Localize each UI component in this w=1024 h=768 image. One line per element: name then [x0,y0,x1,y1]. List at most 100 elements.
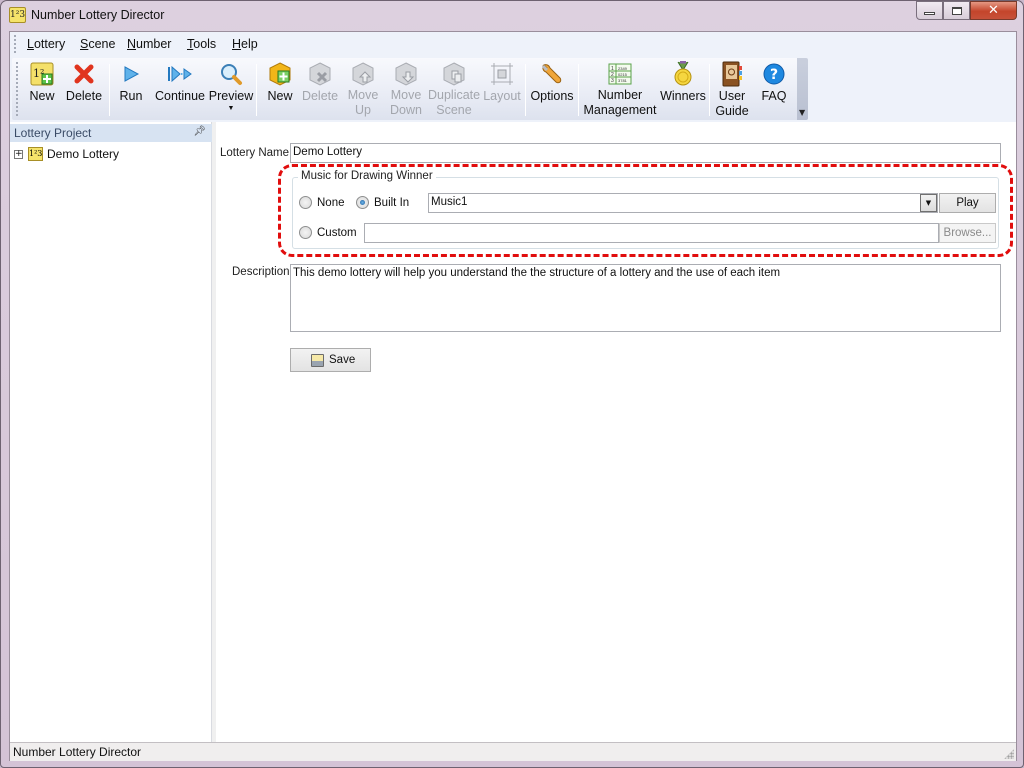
toolbar-separator [109,64,110,116]
duplicate-scene-button[interactable]: Duplicate Scene [428,60,480,118]
toolbar-separator [525,64,526,116]
layout-icon [489,61,515,87]
winners-button[interactable]: Winners [660,60,706,118]
browse-button[interactable]: Browse... [939,223,996,243]
toolbar-grip[interactable] [16,62,19,116]
menubar-grip[interactable] [14,35,17,53]
button-label: New [267,89,293,103]
magnifier-icon [218,61,244,87]
menu-label: ottery [33,37,66,51]
minimize-button[interactable] [916,1,943,20]
radio-none[interactable]: None [299,196,345,209]
status-bar: Number Lottery Director [10,742,1016,761]
button-label: Delete [65,89,103,103]
menu-label: ools [193,37,217,51]
menu-help[interactable]: Help [232,37,258,51]
lottery-project-panel: Lottery Project 📌︎ + 1²3 Demo Lottery [10,122,212,742]
title-bar[interactable]: 1²3 Number Lottery Director ✕ [1,1,1023,31]
move-down-button[interactable]: Move Down [388,60,424,118]
svg-text:3781: 3781 [618,78,628,83]
button-label: Options [530,89,574,103]
button-label: Duplicate Scene [428,88,481,117]
svg-text:3: 3 [611,78,614,84]
lottery-name-input[interactable]: Demo Lottery [290,143,1001,163]
svg-text:?: ? [770,67,778,83]
button-label: Winners [660,89,706,103]
dropdown-arrow-icon[interactable]: ▼ [228,104,235,113]
radio-built-in[interactable]: Built In [356,196,409,209]
menu-scene[interactable]: Scene [80,37,115,51]
play-button[interactable]: Play [939,193,996,213]
maximize-button[interactable] [943,1,970,20]
toolbar-strip: 1² New Delete Run Continue Preview ▼ New… [10,56,1016,122]
continue-icon [167,61,193,87]
music-group-title: Music for Drawing Winner [298,170,436,182]
preview-button[interactable]: Preview ▼ [209,60,253,118]
duplicate-scene-icon [441,61,467,86]
close-icon: ✕ [988,3,999,18]
window-title: Number Lottery Director [31,8,165,22]
menu-accel: L [27,37,34,51]
description-label: Description [232,266,290,278]
overflow-chevron-icon: ▼ [799,108,806,117]
lottery-123-icon: 1²3 [28,147,43,161]
run-button[interactable]: Run [116,60,146,118]
app-window: 1²3 Number Lottery Director ✕ Lottery Sc… [0,0,1024,768]
builtin-music-select[interactable]: Music1 [428,193,938,213]
svg-text:0215: 0215 [618,72,628,77]
save-label: Save [329,354,356,366]
resize-grip[interactable] [1004,749,1014,759]
button-label: Move Down [390,88,422,117]
medal-icon [670,61,696,87]
lottery-name-label: Lottery Name [220,147,290,159]
button-label: Number Management [583,88,657,117]
lottery-123-icon: 1²3 [9,7,26,23]
button-label: FAQ [761,89,787,103]
layout-button[interactable]: Layout [482,60,522,118]
button-label: Layout [483,89,521,103]
menu-tools[interactable]: Tools [187,37,216,51]
move-up-button[interactable]: Move Up [346,60,380,118]
menu-bar: Lottery Scene Number Tools Help [10,32,1016,56]
menu-accel: H [232,37,242,51]
number-table-icon: 1 2 3 2349 0215 3781 [607,61,633,86]
menu-number[interactable]: Number [127,37,171,51]
dropdown-arrow-icon[interactable]: ▼ [920,194,937,212]
radio-custom[interactable]: Custom [299,226,357,239]
new-scene-icon [267,61,293,87]
toolbar-separator [578,64,579,116]
new-lottery-button[interactable]: 1² New [24,60,60,118]
button-label: Continue [154,89,206,103]
help-question-icon: ? [761,61,787,87]
continue-button[interactable]: Continue [152,60,208,118]
number-management-button[interactable]: 1 2 3 2349 0215 3781 Number Management [582,60,658,118]
radio-label: Built In [374,196,410,209]
floppy-disk-icon [311,353,324,367]
save-button[interactable]: Save [290,348,371,372]
user-guide-button[interactable]: User Guide [714,60,750,118]
tree-item-demo-lottery[interactable]: + 1²3 Demo Lottery [14,146,119,162]
toolbar: 1² New Delete Run Continue Preview ▼ New… [12,58,808,120]
delete-scene-button[interactable]: Delete [302,60,338,118]
toolbar-overflow-button[interactable]: ▼ [797,58,808,120]
toolbar-separator [709,64,710,116]
client-area: Lottery Scene Number Tools Help 1² New D… [9,31,1017,761]
delete-lottery-button[interactable]: Delete [64,60,104,118]
maximize-icon [951,6,962,15]
expand-plus-icon[interactable]: + [14,149,23,159]
radio-label: Custom [317,226,357,239]
new-scene-button[interactable]: New [264,60,296,118]
panel-header: Lottery Project 📌︎ [10,124,212,142]
custom-music-input[interactable] [364,223,939,243]
button-label: Move Up [347,88,379,117]
pin-icon[interactable]: 📌︎ [193,126,206,137]
menu-lottery[interactable]: Lottery [27,37,65,51]
description-textarea[interactable]: This demo lottery will help you understa… [290,264,1001,332]
new-lottery-icon: 1² [29,61,55,87]
close-button[interactable]: ✕ [970,1,1017,20]
options-button[interactable]: Options [530,60,574,118]
radio-circle [299,226,312,239]
radio-circle-checked [356,196,369,209]
faq-button[interactable]: ? FAQ [758,60,790,118]
toolbar-separator [256,64,257,116]
